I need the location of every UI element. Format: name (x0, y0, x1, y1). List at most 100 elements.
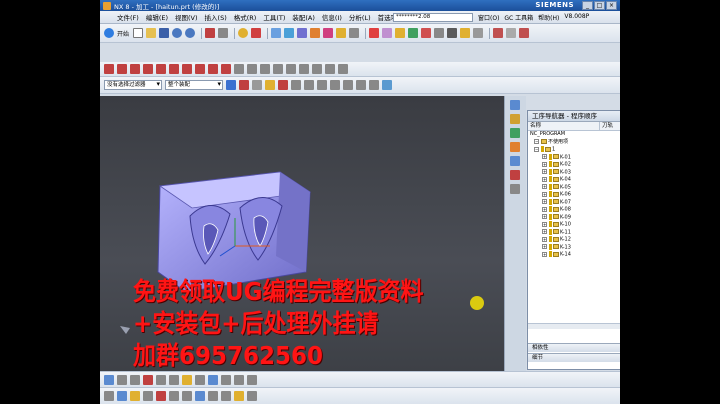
replay-path-icon[interactable] (349, 28, 360, 38)
deselect-icon[interactable] (252, 80, 262, 90)
create-method-icon[interactable] (310, 28, 321, 38)
fillet-curve-icon[interactable] (338, 64, 348, 74)
rectangle-icon[interactable] (156, 64, 166, 74)
operation-row[interactable]: + K-14 (528, 251, 620, 259)
repeat-command-icon[interactable] (251, 28, 262, 38)
open-folder-icon[interactable] (146, 28, 157, 38)
menu-insert[interactable]: 插入(S) (205, 12, 227, 22)
maximize-button[interactable]: □ (594, 1, 605, 10)
close-button[interactable]: × (606, 1, 617, 10)
rotate-icon[interactable] (143, 374, 153, 385)
menu-window[interactable]: 窗口(O) (478, 13, 499, 22)
point-constructor-icon[interactable] (278, 80, 288, 90)
zoom-icon[interactable] (117, 374, 127, 385)
operation-row[interactable]: + K-01 (528, 153, 620, 162)
expand-icon[interactable]: + (542, 191, 547, 197)
assembly-scope-combo[interactable]: 整个装配 (165, 80, 223, 90)
expand-icon[interactable]: + (542, 154, 547, 159)
copy-icon[interactable] (218, 28, 229, 38)
expand-icon[interactable]: + (542, 236, 547, 242)
tree-row-unused[interactable]: − 不使用项 (528, 138, 620, 147)
measure-angle-icon[interactable] (169, 391, 179, 401)
menu-help[interactable]: 帮助(H) (538, 13, 559, 22)
orient-view-icon[interactable] (382, 80, 392, 90)
edit-curve-icon[interactable] (234, 64, 244, 74)
pan-icon[interactable] (130, 374, 140, 385)
operation-row[interactable]: + K-03 (528, 168, 620, 177)
section-view-icon[interactable] (169, 374, 179, 385)
menu-info[interactable]: 信息(I) (322, 12, 342, 22)
layer-settings-icon[interactable] (104, 391, 114, 401)
select-all-icon[interactable] (226, 80, 236, 90)
postprocess-icon[interactable] (421, 28, 432, 38)
divide-curve-icon[interactable] (286, 64, 296, 74)
snap-point-icon[interactable] (239, 80, 249, 90)
part-navigator-icon[interactable] (510, 128, 520, 138)
menu-assembly[interactable]: 装配(A) (292, 12, 315, 22)
create-operation-icon[interactable] (323, 28, 334, 38)
move-object-icon[interactable] (130, 391, 140, 401)
create-geometry-icon[interactable] (297, 28, 308, 38)
midpoint-icon[interactable] (304, 80, 314, 90)
expand-icon[interactable]: + (542, 206, 547, 212)
quadrant-icon[interactable] (330, 80, 340, 90)
layer-visibility-icon[interactable] (117, 391, 127, 401)
create-program-icon[interactable] (271, 28, 282, 38)
redo-icon[interactable] (185, 28, 196, 38)
reuse-library-icon[interactable] (510, 142, 520, 152)
operation-row[interactable]: + K-05 (528, 183, 620, 192)
view-orientation-icon[interactable] (208, 374, 218, 385)
object-display-icon[interactable] (143, 391, 153, 401)
system-materials-icon[interactable] (510, 184, 520, 194)
generate-path-icon[interactable] (336, 28, 347, 38)
program-order-view-icon[interactable] (395, 28, 406, 38)
verify-path-icon[interactable] (408, 28, 419, 38)
menu-file[interactable]: 文件(F) (117, 12, 139, 22)
menu-edit[interactable]: 编辑(E) (146, 12, 168, 22)
filter-icon[interactable] (265, 80, 275, 90)
arc-icon[interactable] (117, 64, 127, 74)
fit-view-icon[interactable] (104, 374, 114, 385)
column-name[interactable]: 名称 (528, 122, 600, 130)
assembly-navigator-icon[interactable] (510, 100, 520, 110)
display-mode-icon[interactable] (195, 374, 205, 385)
trim-curve-icon[interactable] (208, 64, 218, 74)
box-select-icon[interactable] (369, 80, 379, 90)
expand-icon[interactable]: + (542, 244, 547, 249)
geometry-view-icon[interactable] (382, 28, 393, 38)
curve-length-icon[interactable] (247, 64, 257, 74)
show-icon[interactable] (247, 374, 257, 385)
expand-icon[interactable]: + (542, 214, 547, 219)
tree-row-program[interactable]: −1 (528, 146, 620, 154)
point-icon[interactable] (182, 64, 192, 74)
tree-row-root[interactable]: NC_PROGRAM (528, 131, 620, 139)
column-toolpath[interactable]: 刀轨 (600, 122, 620, 130)
menu-format[interactable]: 格式(R) (234, 12, 257, 22)
spline-icon[interactable] (143, 64, 153, 74)
expand-icon[interactable]: + (542, 169, 547, 174)
expand-icon[interactable]: + (542, 221, 547, 227)
hide-icon[interactable] (234, 374, 244, 385)
operation-row[interactable]: + K-06 (528, 191, 620, 199)
cut-icon[interactable] (205, 28, 216, 38)
expand-icon[interactable]: + (542, 176, 547, 182)
expand-icon[interactable]: − (534, 146, 539, 152)
operation-row[interactable]: + K-13 (528, 243, 620, 252)
arrow-tool-icon[interactable] (506, 28, 517, 38)
expand-icon[interactable]: + (542, 229, 547, 234)
project-curve-icon[interactable] (221, 64, 231, 74)
batch-process-icon[interactable] (460, 28, 471, 38)
operation-row[interactable]: + K-10 (528, 221, 620, 229)
point-on-curve-icon[interactable] (356, 80, 366, 90)
blank-icon[interactable] (247, 391, 257, 401)
mark-tool-icon[interactable] (519, 28, 530, 38)
operation-row[interactable]: + K-07 (528, 198, 620, 207)
operation-row[interactable]: + K-11 (528, 228, 620, 237)
circle-icon[interactable] (130, 64, 140, 74)
render-style-icon[interactable] (182, 374, 192, 385)
grid-icon[interactable] (208, 391, 218, 401)
intersection-icon[interactable] (343, 80, 353, 90)
line-icon[interactable] (104, 64, 114, 74)
start-button[interactable]: 开始 (117, 29, 129, 38)
undo-icon[interactable] (172, 28, 183, 38)
